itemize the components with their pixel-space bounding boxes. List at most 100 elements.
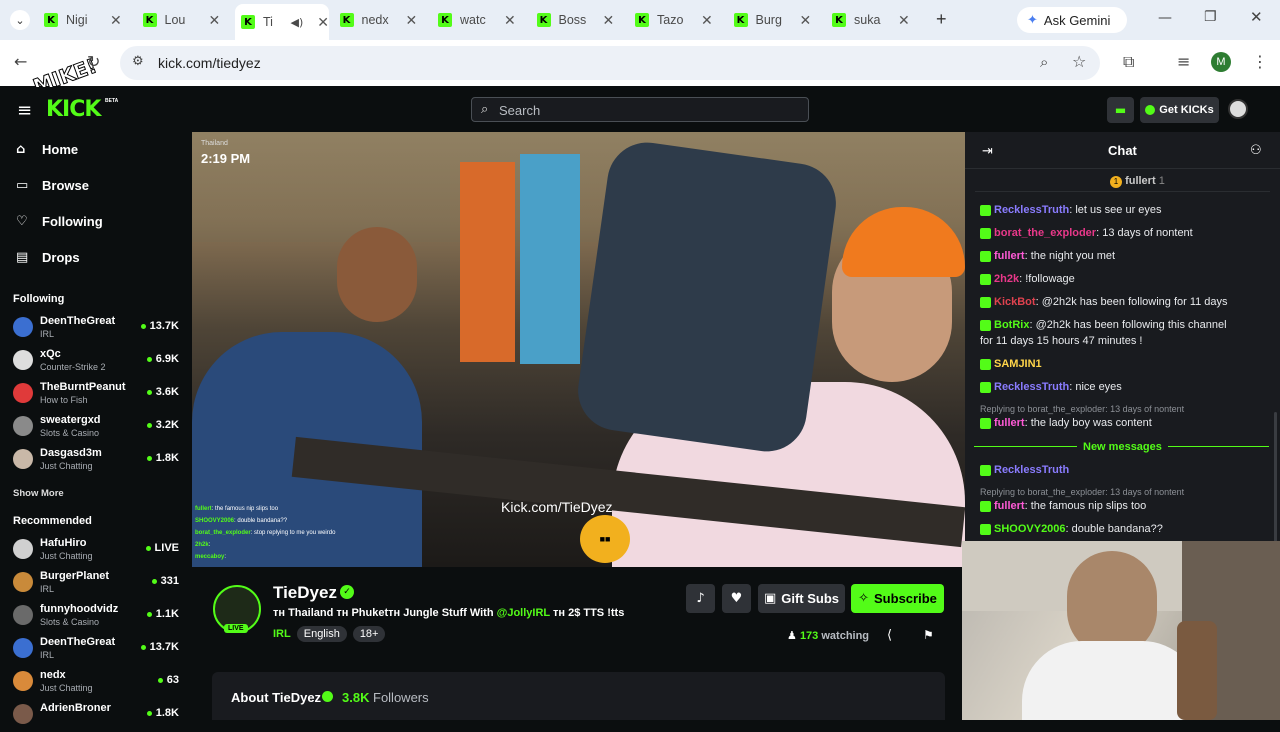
sub-badge-icon xyxy=(980,417,991,429)
sidebar-nav-home[interactable]: ⌂ Home xyxy=(16,142,78,157)
chat-username[interactable]: 2h2k xyxy=(994,273,1019,285)
tab-close-icon[interactable]: ✕ xyxy=(898,12,910,29)
omnibox[interactable]: ⚙ kick.com/tiedyez ⌕ ☆ xyxy=(120,46,1100,80)
chat-text: let us see ur eyes xyxy=(1075,204,1162,216)
sidebar-channel[interactable]: AdrienBroner 1.8K xyxy=(13,702,183,732)
sidebar-channel[interactable]: DeenTheGreat IRL 13.7K xyxy=(13,315,183,345)
channel-name: funnyhoodvidz xyxy=(40,603,119,615)
chat-username[interactable]: RecklessTruth xyxy=(994,204,1069,216)
chat-username[interactable]: SAMJIN1 xyxy=(994,358,1042,370)
tab-close-icon[interactable]: ✕ xyxy=(701,12,713,29)
sidebar-channel[interactable]: Dasgasd3m Just Chatting 1.8K xyxy=(13,447,183,477)
site-info-icon[interactable]: ⚙ xyxy=(132,54,144,69)
menu-kebab-icon[interactable]: ⋮ xyxy=(1252,52,1268,71)
tab-close-icon[interactable]: ✕ xyxy=(406,12,418,29)
tab-close-icon[interactable]: ✕ xyxy=(209,12,221,29)
chat-scrollbar[interactable] xyxy=(1274,412,1277,542)
browser-tab[interactable]: K Boss ✕ xyxy=(536,6,619,34)
stream-title-mention[interactable]: @JollyIRL xyxy=(497,607,550,619)
profile-avatar[interactable]: M xyxy=(1211,52,1231,72)
chat-username[interactable]: fullert xyxy=(994,417,1025,429)
browser-tab[interactable]: K Lou ✕ xyxy=(142,6,225,34)
chat-text: the night you met xyxy=(1030,250,1116,262)
sidebar-nav-following[interactable]: ♡ Following xyxy=(16,214,103,229)
chat-username[interactable]: BotRix xyxy=(994,319,1029,331)
reload-icon[interactable]: ↻ xyxy=(87,52,100,71)
subscribe-button[interactable]: ✧ Subscribe xyxy=(851,584,944,613)
media-control-icon[interactable]: ≡ xyxy=(1177,52,1190,71)
sidebar-nav-drops[interactable]: ▤ Drops xyxy=(16,250,80,265)
chat-username[interactable]: RecklessTruth xyxy=(994,381,1069,393)
chat-username[interactable]: fullert xyxy=(994,500,1025,512)
chat-text: !followage xyxy=(1025,273,1075,285)
chat-username[interactable]: borat_the_exploder xyxy=(994,227,1096,239)
tab-search-icon[interactable]: ⌄ xyxy=(10,10,30,30)
browser-tab[interactable]: Knedx ✕ xyxy=(339,6,422,34)
notification-bell-button[interactable]: ♪ xyxy=(686,584,715,613)
sidebar-channel[interactable]: xQc Counter-Strike 2 6.9K xyxy=(13,348,183,378)
browser-tab[interactable]: K Burg ✕ xyxy=(733,6,816,34)
chat-message: 2h2k: !followage xyxy=(980,273,1075,285)
gift-subs-button[interactable]: ▣ Gift Subs xyxy=(758,584,845,613)
kick-logo[interactable]: KICK xyxy=(46,97,101,122)
channel-viewers: LIVE xyxy=(146,542,179,554)
zoom-icon[interactable]: ⌕ xyxy=(1040,53,1048,71)
browser-tab[interactable]: Kwatc ✕ xyxy=(438,6,520,34)
get-kicks-button[interactable]: Get KICKs xyxy=(1140,97,1219,123)
sidebar-nav-browse[interactable]: ▭ Browse xyxy=(16,178,89,193)
sidebar-channel[interactable]: funnyhoodvidz Slots & Casino 1.1K xyxy=(13,603,183,633)
browser-tab[interactable]: K Ti ◀) ✕ xyxy=(235,4,329,40)
channel-name: xQc xyxy=(40,348,61,360)
stream-tag[interactable]: 18+ xyxy=(352,626,386,642)
chat-username[interactable]: RecklessTruth xyxy=(994,464,1069,476)
tab-close-icon[interactable]: ✕ xyxy=(110,12,122,29)
browser-tab[interactable]: K Tazo ✕ xyxy=(635,6,717,34)
search-input[interactable]: ⌕ Search xyxy=(471,97,809,122)
close-window-button[interactable]: ✕ xyxy=(1250,8,1263,26)
back-icon[interactable]: ← xyxy=(14,52,27,71)
sidebar-channel[interactable]: sweatergxd Slots & Casino 3.2K xyxy=(13,414,183,444)
sidebar-channel[interactable]: DeenTheGreat IRL 13.7K xyxy=(13,636,183,666)
minimize-button[interactable]: — xyxy=(1158,10,1172,26)
chat-username[interactable]: fullert xyxy=(994,250,1025,262)
channel-name: BurgerPlanet xyxy=(40,570,110,582)
tab-close-icon[interactable]: ✕ xyxy=(800,12,812,29)
show-more-link[interactable]: Show More xyxy=(13,488,64,499)
new-tab-button[interactable]: + xyxy=(936,9,947,30)
video-player[interactable]: Thailand 2:19 PM Kick.com/TieDyez ■■ ful… xyxy=(192,132,965,567)
hamburger-menu-icon[interactable]: ≡ xyxy=(17,100,32,121)
user-avatar[interactable] xyxy=(1228,99,1248,119)
follow-heart-button[interactable]: ♥ xyxy=(722,584,751,613)
stream-tag[interactable]: IRL xyxy=(273,626,291,642)
stream-tag[interactable]: English xyxy=(296,626,347,642)
extensions-icon[interactable]: ⧉ xyxy=(1123,52,1134,72)
sidebar-channel[interactable]: HafuHiro Just Chatting LIVE xyxy=(13,537,183,567)
sidebar-channel[interactable]: nedx Just Chatting 63 xyxy=(13,669,183,699)
browser-tab-strip: ⌄ K Nigi ✕ K Lou ✕ K Ti ◀) ✕ Knedx ✕ Kwatc ✕ K Boss ✕ K Ta… xyxy=(0,0,1280,40)
sidebar-channel[interactable]: BurgerPlanet IRL 331 xyxy=(13,570,183,600)
channel-name[interactable]: TieDyez xyxy=(273,583,337,603)
report-icon[interactable]: ⚑ xyxy=(923,628,934,642)
search-icon: ⌕ xyxy=(481,102,489,117)
tab-close-icon[interactable]: ✕ xyxy=(504,12,516,29)
ask-gemini-button[interactable]: ✦ Ask Gemini xyxy=(1017,7,1127,33)
browser-tab[interactable]: Ksuka ✕ xyxy=(832,6,914,34)
tab-close-icon[interactable]: ✕ xyxy=(603,12,615,29)
collapse-chat-icon[interactable]: ⇥ xyxy=(982,144,993,159)
channel-name: HafuHiro xyxy=(40,537,87,549)
tab-title: Boss xyxy=(558,13,587,27)
chat-message: SAMJIN1 xyxy=(980,358,1042,370)
stream-manager-icon[interactable]: ▬ xyxy=(1107,97,1134,123)
sidebar-channel[interactable]: TheBurntPeanut How to Fish 3.6K xyxy=(13,381,183,411)
bookmark-star-icon[interactable]: ☆ xyxy=(1072,52,1086,71)
channel-avatar xyxy=(13,638,33,658)
chat-users-icon[interactable]: ⚇ xyxy=(1250,143,1262,158)
share-icon[interactable]: ⟨ xyxy=(887,628,892,643)
maximize-button[interactable]: ❐ xyxy=(1204,9,1217,25)
audio-playing-icon[interactable]: ◀) xyxy=(291,16,304,29)
tab-close-icon[interactable]: ✕ xyxy=(317,14,329,31)
chat-username[interactable]: SHOOVY2006 xyxy=(994,523,1066,535)
browser-tab[interactable]: K Nigi ✕ xyxy=(44,6,126,34)
sub-badge-icon xyxy=(980,273,991,285)
chat-username[interactable]: KickBot xyxy=(994,296,1036,308)
